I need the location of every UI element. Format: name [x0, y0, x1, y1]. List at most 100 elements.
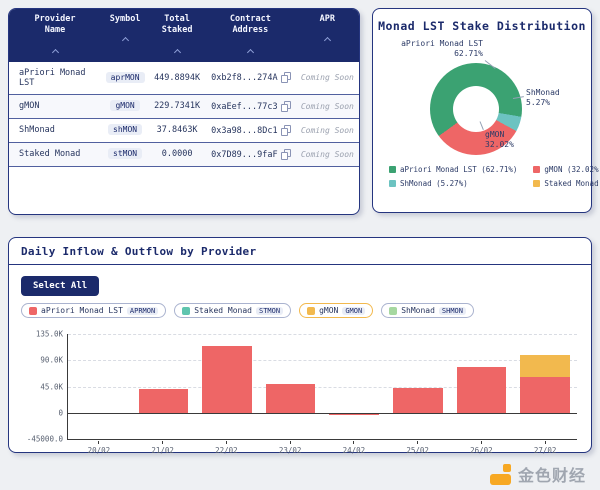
table-row: aPriori Monad LSTaprMON449.8894K0xb2f8..…: [9, 62, 359, 95]
chip-swatch-icon: [307, 307, 315, 315]
jinse-finance-logo-icon: [490, 464, 511, 485]
bar-slots: [68, 334, 577, 439]
sort-caret-icon[interactable]: [122, 37, 129, 44]
copy-icon[interactable]: [281, 72, 290, 82]
copy-icon[interactable]: [281, 125, 290, 135]
y-axis-tick-label: 90.0K: [40, 356, 63, 365]
top-row: ProviderNameSymbolTotalStakedContractAdd…: [8, 8, 592, 215]
chip-badge: GMON: [342, 307, 365, 315]
x-axis-tick-label: 22/02: [195, 441, 259, 455]
legend-item[interactable]: gMON (32.02%): [533, 165, 600, 174]
symbol-badge: stMON: [108, 148, 142, 159]
watermark-text: 金色财经: [518, 462, 586, 486]
chip-swatch-icon: [29, 307, 37, 315]
table-header-row: ProviderNameSymbolTotalStakedContractAdd…: [9, 9, 359, 62]
x-axis-tick-label: 25/02: [386, 441, 450, 455]
x-axis-tick-label: 20/02: [67, 441, 131, 455]
symbol-badge: shMON: [108, 124, 142, 135]
column-header-symbol[interactable]: Symbol: [101, 9, 149, 62]
filter-chip-apriori-monad-lst[interactable]: aPriori Monad LST APRMON: [21, 303, 166, 318]
column-label: Total: [152, 14, 202, 25]
bar-apriori-monad-lst-23-02[interactable]: [266, 384, 316, 413]
chip-swatch-icon: [389, 307, 397, 315]
bar-apriori-monad-lst-27-02[interactable]: [520, 377, 570, 413]
bar-slot-23-02: [259, 334, 323, 439]
zero-axis-line: [68, 413, 577, 414]
apr-cell: Coming Soon: [296, 118, 359, 142]
callout-pct: 32.02%: [485, 140, 514, 150]
bar-chart-plot: 135.0K90.0K45.0K0-45000.0: [67, 334, 577, 440]
total-staked-cell: 37.8463K: [149, 118, 205, 142]
sort-caret-icon[interactable]: [51, 49, 58, 56]
contract-address-cell: 0x7D89...9faF: [205, 142, 296, 166]
chip-swatch-icon: [182, 307, 190, 315]
legend-label: gMON (32.02%): [544, 165, 600, 174]
column-label: Staked: [152, 25, 202, 36]
apr-cell: Coming Soon: [296, 94, 359, 118]
bar-apriori-monad-lst-25-02[interactable]: [393, 388, 443, 413]
bar-slot-21-02: [132, 334, 196, 439]
contract-address: 0xaEef...77c3: [211, 102, 278, 112]
donut-callout-shmonad: ShMonad 5.27%: [526, 88, 560, 109]
symbol-cell: aprMON: [101, 62, 149, 95]
sort-caret-icon[interactable]: [247, 49, 254, 56]
x-axis-labels: 20/0221/0222/0223/0224/0225/0226/0227/02: [67, 441, 577, 455]
donut-title: Monad LST Stake Distribution: [373, 19, 591, 33]
legend-label: aPriori Monad LST (62.71%): [400, 165, 517, 174]
column-header-provider-name[interactable]: ProviderName: [9, 9, 101, 62]
x-axis-tick-label: 27/02: [513, 441, 577, 455]
bar-apriori-monad-lst-21-02[interactable]: [139, 389, 189, 413]
legend-swatch-icon: [533, 180, 540, 187]
sort-caret-icon[interactable]: [174, 49, 181, 56]
column-label: Address: [208, 25, 293, 36]
bar-gmon-27-02[interactable]: [520, 355, 570, 377]
apr-cell: Coming Soon: [296, 142, 359, 166]
provider-table: ProviderNameSymbolTotalStakedContractAdd…: [9, 9, 359, 167]
inflow-outflow-panel: Daily Inflow & Outflow by Provider Selec…: [8, 237, 592, 453]
copy-icon[interactable]: [281, 149, 290, 159]
bar-apriori-monad-lst-26-02[interactable]: [457, 367, 507, 413]
bar-chart: 135.0K90.0K45.0K0-45000.0 20/0221/0222/0…: [67, 334, 577, 455]
column-label: Contract: [208, 14, 293, 25]
total-staked-cell: 449.8894K: [149, 62, 205, 95]
column-header-apr[interactable]: APR: [296, 9, 359, 62]
bar-slot-26-02: [450, 334, 514, 439]
chip-badge: APRMON: [127, 307, 158, 315]
callout-name: gMON: [485, 130, 514, 140]
select-all-button[interactable]: Select All: [21, 276, 99, 296]
callout-pct: 62.71%: [377, 49, 483, 59]
column-header-total-staked[interactable]: TotalStaked: [149, 9, 205, 62]
legend-item[interactable]: Staked Monad (0.00%): [533, 179, 600, 188]
filter-chip-staked-monad[interactable]: Staked MonadSTMON: [174, 303, 291, 318]
copy-icon[interactable]: [281, 101, 290, 111]
filter-chip-shmonad[interactable]: ShMonadSHMON: [381, 303, 474, 318]
contract-address: 0x7D89...9faF: [211, 150, 278, 160]
sort-caret-icon[interactable]: [324, 37, 331, 44]
filter-chip-gmon[interactable]: gMONGMON: [299, 303, 373, 318]
x-axis-tick-label: 23/02: [258, 441, 322, 455]
chart-controls: Select All aPriori Monad LST APRMON Staked…: [9, 265, 591, 320]
chip-label: aPriori Monad LST: [41, 306, 123, 315]
x-axis-tick-label: 21/02: [131, 441, 195, 455]
symbol-cell: gMON: [101, 94, 149, 118]
legend-swatch-icon: [389, 180, 396, 187]
provider-filter-chips: aPriori Monad LST APRMON Staked MonadSTMON…: [21, 303, 579, 318]
bar-slot-20-02: [68, 334, 132, 439]
bar-apriori-monad-lst-22-02[interactable]: [202, 346, 252, 413]
column-header-contract-address[interactable]: ContractAddress: [205, 9, 296, 62]
y-axis-tick-label: 135.0K: [36, 330, 63, 339]
column-label: APR: [299, 14, 356, 25]
callout-name: aPriori Monad LST: [377, 39, 483, 49]
legend-item[interactable]: ShMonad (5.27%): [389, 179, 517, 188]
legend-item[interactable]: aPriori Monad LST (62.71%): [389, 165, 517, 174]
x-axis-tick-label: 24/02: [322, 441, 386, 455]
symbol-cell: stMON: [101, 142, 149, 166]
chip-label: ShMonad: [401, 306, 435, 315]
legend-swatch-icon: [389, 166, 396, 173]
contract-address-cell: 0xb2f8...274A: [205, 62, 296, 95]
symbol-cell: shMON: [101, 118, 149, 142]
provider-name-cell: aPriori Monad LST: [9, 62, 101, 95]
donut-legend: aPriori Monad LST (62.71%) gMON (32.02%) S…: [389, 165, 600, 188]
bar-slot-24-02: [323, 334, 387, 439]
legend-swatch-icon: [533, 166, 540, 173]
